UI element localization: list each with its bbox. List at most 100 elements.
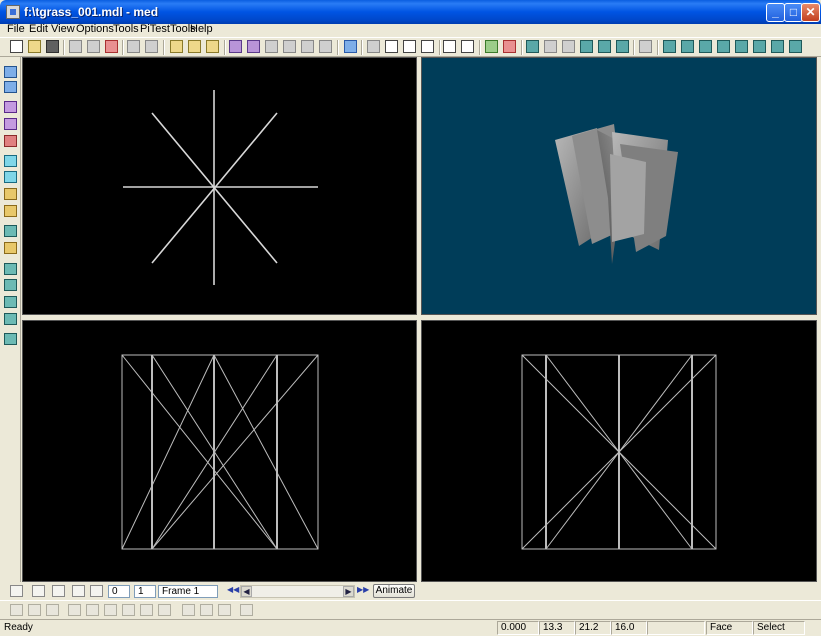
list-icon[interactable] — [32, 585, 45, 597]
rotate-icon[interactable] — [385, 40, 398, 53]
keyframe-icon[interactable] — [72, 585, 85, 597]
left-tool-16-icon[interactable] — [4, 333, 17, 345]
toolbar-separator — [361, 40, 363, 55]
tool2-11-icon[interactable] — [200, 604, 213, 616]
viewport-side[interactable] — [421, 320, 817, 582]
render8-icon[interactable] — [789, 40, 802, 53]
frame-scrollbar[interactable]: ◀ ▶ — [240, 585, 355, 598]
render3-icon[interactable] — [699, 40, 712, 53]
open-folder-icon[interactable] — [28, 40, 41, 53]
lock-icon[interactable] — [639, 40, 652, 53]
paste-icon[interactable] — [87, 40, 100, 53]
title-bar[interactable]: f:\tgrass_001.mdl - med _ □ ✕ — [0, 0, 821, 24]
status-spacer — [647, 621, 705, 635]
render1-icon[interactable] — [663, 40, 676, 53]
tool2-1-icon[interactable] — [10, 604, 23, 616]
red-triangle-icon[interactable] — [503, 40, 516, 53]
frame3-icon[interactable] — [301, 40, 314, 53]
box-icon[interactable] — [247, 40, 260, 53]
scale-icon[interactable] — [403, 40, 416, 53]
render4-icon[interactable] — [717, 40, 730, 53]
viewport-perspective[interactable] — [421, 57, 817, 315]
select-icon[interactable] — [367, 40, 380, 53]
move-tool-icon[interactable] — [443, 40, 456, 53]
status-text: Ready — [4, 622, 33, 633]
save-icon[interactable] — [46, 40, 59, 53]
wire-icon[interactable] — [598, 40, 611, 53]
left-tool-13-icon[interactable] — [4, 279, 17, 291]
tool2-4-icon[interactable] — [68, 604, 81, 616]
tool2-12-icon[interactable] — [218, 604, 231, 616]
left-tool-2-icon[interactable] — [4, 81, 17, 93]
left-tool-8-icon[interactable] — [4, 188, 17, 200]
left-tool-15-icon[interactable] — [4, 313, 17, 325]
tri-icon[interactable] — [616, 40, 629, 53]
status-coord-2: 13.3 — [539, 621, 575, 635]
vertex-icon[interactable] — [526, 40, 539, 53]
edge-icon[interactable] — [544, 40, 557, 53]
left-tool-12-icon[interactable] — [4, 263, 17, 275]
tool2-10-icon[interactable] — [182, 604, 195, 616]
viewport-front[interactable] — [22, 320, 417, 582]
left-tool-14-icon[interactable] — [4, 296, 17, 308]
face-icon[interactable] — [580, 40, 593, 53]
frame-icon[interactable] — [265, 40, 278, 53]
grid-icon[interactable] — [52, 585, 65, 597]
dots-icon[interactable] — [562, 40, 575, 53]
play-icon[interactable] — [10, 585, 23, 597]
tool2-5-icon[interactable] — [86, 604, 99, 616]
undo-icon[interactable] — [127, 40, 140, 53]
copy-icon[interactable] — [69, 40, 82, 53]
left-tool-5-icon[interactable] — [4, 135, 17, 147]
tool2-13-icon[interactable] — [240, 604, 253, 616]
frame-name-field[interactable]: Frame 1 — [158, 585, 218, 598]
menu-file[interactable]: File — [4, 24, 28, 37]
view-single-icon[interactable] — [170, 40, 183, 53]
pan-icon[interactable] — [461, 40, 474, 53]
view-dual-icon[interactable] — [188, 40, 201, 53]
scroll-left-arrow[interactable]: ◀ — [241, 586, 252, 597]
view-quad-icon[interactable] — [206, 40, 219, 53]
tool2-9-icon[interactable] — [158, 604, 171, 616]
left-tool-11-icon[interactable] — [4, 242, 17, 254]
scroll-right-arrow[interactable]: ▶ — [343, 586, 354, 597]
left-tool-1-icon[interactable] — [4, 66, 17, 78]
delete-icon[interactable] — [105, 40, 118, 53]
menu-help[interactable]: Help — [187, 24, 216, 37]
tool2-6-icon[interactable] — [104, 604, 117, 616]
timeline-icon[interactable] — [90, 585, 103, 597]
text-icon[interactable] — [421, 40, 434, 53]
main-toolbar — [0, 37, 821, 57]
left-tool-10-icon[interactable] — [4, 225, 17, 237]
tool2-7-icon[interactable] — [122, 604, 135, 616]
left-tool-3-icon[interactable] — [4, 101, 17, 113]
left-tool-4-icon[interactable] — [4, 118, 17, 130]
new-file-icon[interactable] — [10, 40, 23, 53]
render2-icon[interactable] — [681, 40, 694, 53]
minimize-button[interactable]: _ — [766, 3, 785, 22]
render7-icon[interactable] — [771, 40, 784, 53]
render6-icon[interactable] — [753, 40, 766, 53]
start-frame-field[interactable]: 0 — [108, 585, 130, 598]
tool2-2-icon[interactable] — [28, 604, 41, 616]
redo-icon[interactable] — [145, 40, 158, 53]
current-frame-field[interactable]: 1 — [134, 585, 156, 598]
status-bar: Ready 0.000 13.3 21.2 16.0 Face Select — [0, 619, 821, 636]
frame2-icon[interactable] — [283, 40, 296, 53]
frame4-icon[interactable] — [319, 40, 332, 53]
left-tool-9-icon[interactable] — [4, 205, 17, 217]
camera-icon[interactable] — [344, 40, 357, 53]
animate-button[interactable]: Animate — [373, 584, 415, 598]
mesh-icon[interactable] — [229, 40, 242, 53]
forward-icon[interactable]: ▶▶ — [357, 585, 369, 594]
light-green-icon[interactable] — [485, 40, 498, 53]
left-tool-7-icon[interactable] — [4, 171, 17, 183]
render5-icon[interactable] — [735, 40, 748, 53]
tool2-8-icon[interactable] — [140, 604, 153, 616]
close-button[interactable]: ✕ — [801, 3, 820, 22]
front-diag-1 — [121, 354, 278, 550]
viewport-top[interactable] — [22, 57, 417, 315]
left-tool-6-icon[interactable] — [4, 155, 17, 167]
rewind-icon[interactable]: ◀◀ — [227, 585, 239, 594]
tool2-3-icon[interactable] — [46, 604, 59, 616]
